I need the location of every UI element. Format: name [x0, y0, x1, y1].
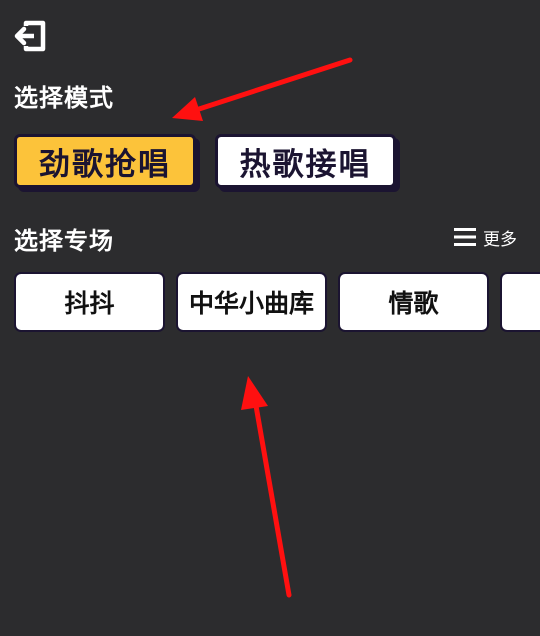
exit-button[interactable] — [14, 20, 48, 52]
more-button[interactable]: 更多 — [453, 225, 517, 250]
venue-button-chinese-classics[interactable]: 中华小曲库 — [176, 272, 327, 332]
exit-icon — [14, 20, 46, 52]
menu-icon — [454, 228, 476, 246]
venue-button-doudou[interactable]: 抖抖 — [14, 272, 165, 332]
venue-button-partial[interactable] — [500, 272, 540, 332]
annotation-arrow-to-venues — [241, 376, 292, 598]
mode-section-title: 选择模式 — [14, 84, 114, 112]
venue-section-title: 选择专场 — [14, 227, 114, 255]
venue-button-love-songs[interactable]: 情歌 — [338, 272, 489, 332]
annotation-arrow-to-mode — [172, 57, 353, 121]
mode-button-relay-sing[interactable]: 热歌接唱 — [215, 134, 396, 188]
mode-button-rush-sing[interactable]: 劲歌抢唱 — [14, 134, 196, 188]
more-label: 更多 — [483, 229, 517, 250]
